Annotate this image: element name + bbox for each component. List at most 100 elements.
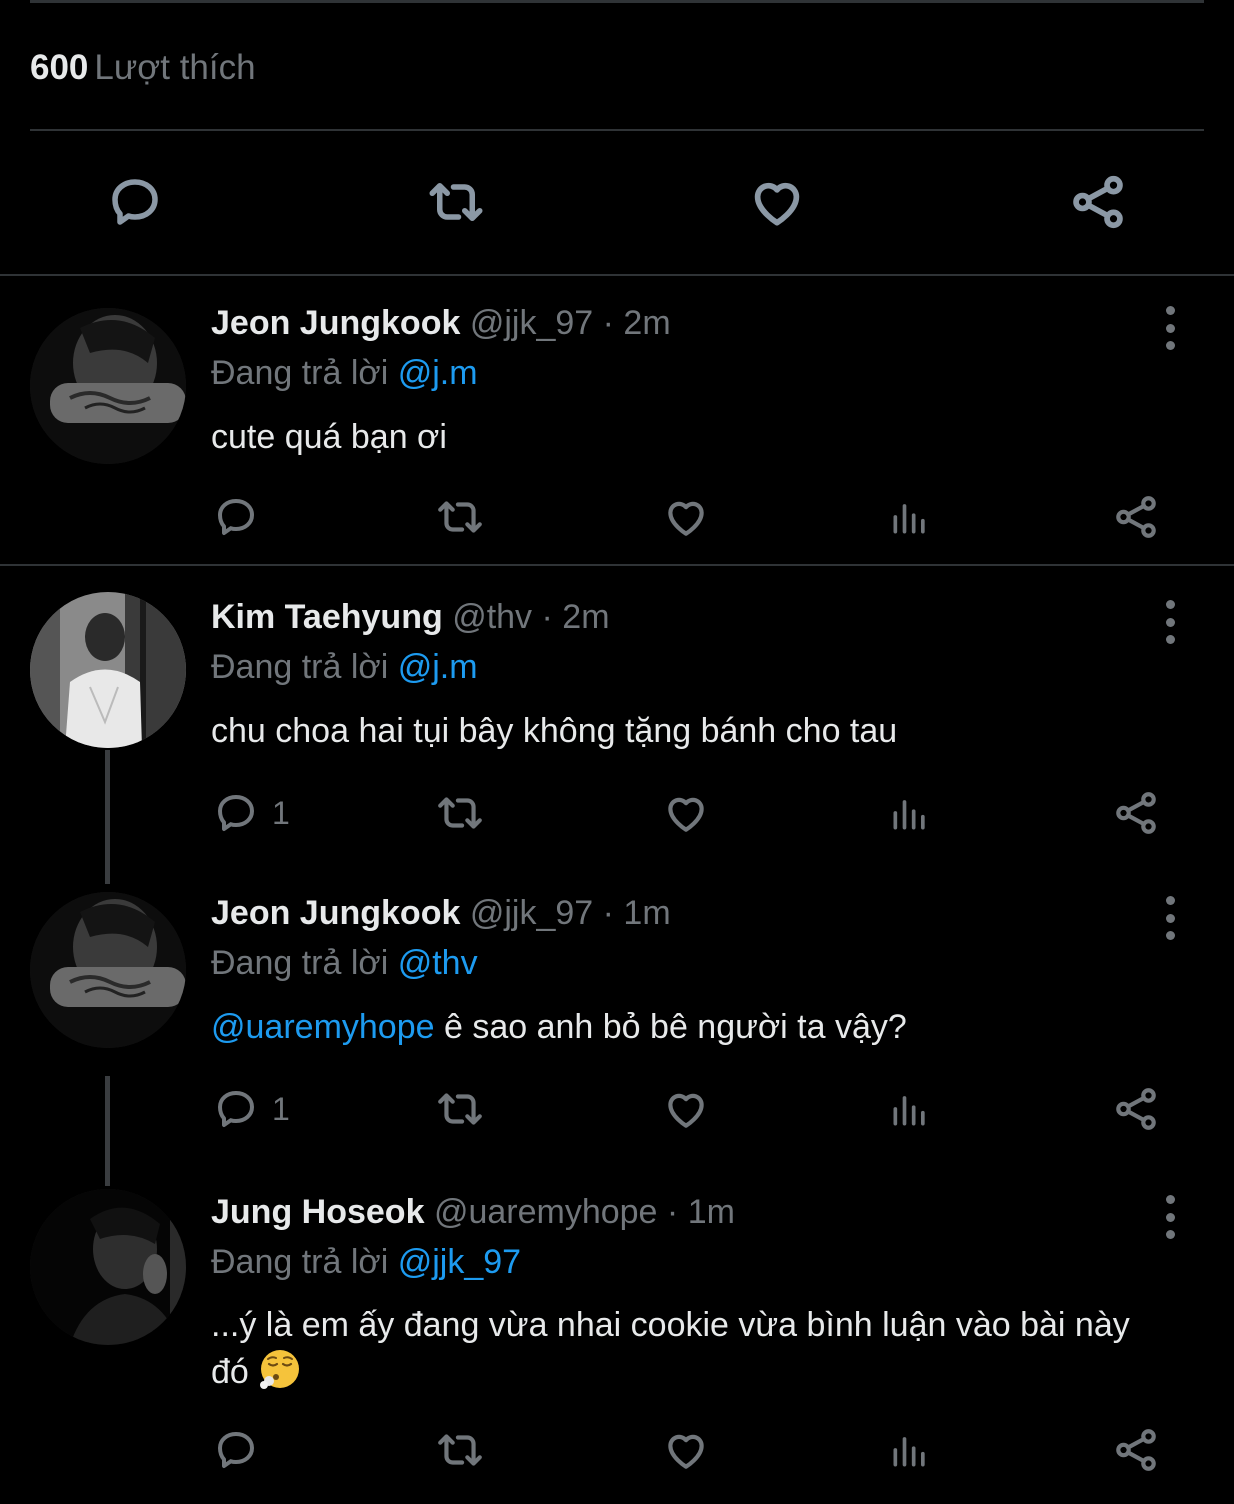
retweet-icon [429, 183, 483, 221]
reply-button[interactable] [103, 170, 167, 234]
reply-count: 1 [272, 794, 290, 831]
reply-tweet[interactable]: Kim Taehyung @thv · 2m Đang trả lời @j.m… [0, 574, 1234, 884]
reply-divider [0, 564, 1234, 566]
avatar-photo [30, 592, 186, 748]
separator-dot: · [602, 304, 614, 342]
replying-to-label: Đang trả lời [211, 354, 389, 392]
user-handle[interactable]: @uaremyhope [434, 1193, 658, 1231]
replying-to-mention[interactable]: @jjk_97 [398, 1243, 521, 1281]
replying-to-label: Đang trả lời [211, 944, 389, 982]
display-name[interactable]: Jeon Jungkook [211, 304, 460, 342]
analytics-button[interactable] [888, 492, 932, 542]
reply-header: Jung Hoseok @uaremyhope · 1m [211, 1193, 735, 1232]
retweet-button[interactable] [424, 170, 488, 234]
share-button[interactable] [1111, 1084, 1161, 1134]
reply-icon [218, 499, 254, 535]
retweet-button[interactable] [432, 1425, 488, 1475]
reply-action-bar: 1 [0, 788, 1234, 838]
heart-icon [754, 182, 800, 226]
face-exhaling-emoji [258, 1347, 302, 1391]
share-button[interactable] [1111, 788, 1161, 838]
like-button[interactable] [661, 1425, 711, 1475]
share-button[interactable] [1111, 492, 1161, 542]
reply-text-body: ê sao anh bỏ bê người ta vậy? [434, 1008, 907, 1046]
replying-to: Đang trả lời @j.m [211, 648, 478, 687]
analytics-icon [893, 1096, 925, 1126]
avatar[interactable] [30, 592, 186, 748]
timestamp[interactable]: 2m [623, 304, 670, 342]
like-button[interactable] [661, 788, 711, 838]
timestamp[interactable]: 1m [623, 894, 670, 932]
more-options-button[interactable] [1155, 600, 1185, 644]
reply-action-bar [0, 1425, 1234, 1475]
timestamp[interactable]: 1m [688, 1193, 735, 1231]
reply-tweet[interactable]: Jeon Jungkook @jjk_97 · 2m Đang trả lời … [0, 278, 1234, 563]
reply-button[interactable] [212, 492, 272, 542]
reply-header: Jeon Jungkook @jjk_97 · 2m [211, 304, 671, 343]
analytics-icon [893, 1437, 925, 1467]
text-mention[interactable]: @uaremyhope [211, 1008, 435, 1046]
display-name[interactable]: Jung Hoseok [211, 1193, 424, 1231]
more-options-button[interactable] [1155, 896, 1185, 940]
heart-icon [668, 797, 704, 832]
analytics-button[interactable] [888, 1425, 932, 1475]
tweet-action-bar [0, 170, 1234, 234]
replying-to-mention[interactable]: @j.m [398, 648, 478, 686]
reply-text-body: chu choa hai tụi bây không tặng bánh cho… [211, 712, 898, 750]
heart-icon [668, 501, 704, 536]
like-button[interactable] [661, 492, 711, 542]
more-options-button[interactable] [1155, 306, 1185, 350]
reply-tweet[interactable]: Jung Hoseok @uaremyhope · 1m Đang trả lờ… [0, 1167, 1234, 1504]
reply-count: 1 [272, 1090, 290, 1127]
share-icon [1116, 496, 1156, 538]
user-handle[interactable]: @jjk_97 [470, 304, 593, 342]
share-icon [1116, 792, 1156, 834]
user-handle[interactable]: @jjk_97 [470, 894, 593, 932]
avatar[interactable] [30, 1189, 186, 1345]
retweet-button[interactable] [432, 492, 488, 542]
top-divider [30, 0, 1204, 3]
likes-divider [30, 129, 1204, 131]
display-name[interactable]: Kim Taehyung [211, 598, 443, 636]
timestamp[interactable]: 2m [562, 598, 609, 636]
avatar[interactable] [30, 892, 186, 1048]
reply-icon [218, 1091, 254, 1127]
reply-icon [218, 1432, 254, 1468]
reply-button[interactable]: 1 [212, 788, 290, 838]
likes-summary[interactable]: 600 Lượt thích [30, 48, 256, 88]
analytics-button[interactable] [888, 1084, 932, 1134]
replying-to-label: Đang trả lời [211, 1243, 389, 1281]
reply-text: ...ý là em ấy đang vừa nhai cookie vừa b… [211, 1303, 1171, 1394]
analytics-button[interactable] [888, 788, 932, 838]
more-options-button[interactable] [1155, 1195, 1185, 1239]
analytics-icon [893, 504, 925, 534]
replying-to-mention[interactable]: @thv [398, 944, 478, 982]
like-button[interactable] [661, 1084, 711, 1134]
reply-tweet[interactable]: Jeon Jungkook @jjk_97 · 1m Đang trả lời … [0, 870, 1234, 1186]
share-button[interactable] [1111, 1425, 1161, 1475]
replying-to-mention[interactable]: @j.m [398, 354, 478, 392]
reply-text-body: ...ý là em ấy đang vừa nhai cookie vừa b… [211, 1306, 1130, 1391]
reply-button[interactable] [212, 1425, 272, 1475]
avatar-photo [30, 308, 186, 464]
user-handle[interactable]: @thv [452, 598, 532, 636]
separator-dot: · [602, 894, 614, 932]
retweet-icon [438, 1434, 482, 1466]
reply-button[interactable]: 1 [212, 1084, 290, 1134]
actions-divider [0, 274, 1234, 276]
reply-text: @uaremyhope ê sao anh bỏ bê người ta vậy… [211, 1006, 1171, 1049]
reply-header: Kim Taehyung @thv · 2m [211, 598, 610, 637]
likes-label: Lượt thích [94, 48, 256, 87]
heart-icon [668, 1434, 704, 1469]
reply-action-bar [0, 492, 1234, 542]
display-name[interactable]: Jeon Jungkook [211, 894, 460, 932]
replying-to: Đang trả lời @j.m [211, 354, 478, 393]
share-button[interactable] [1066, 170, 1130, 234]
retweet-icon [438, 1093, 482, 1125]
retweet-button[interactable] [432, 1084, 488, 1134]
share-icon [1116, 1429, 1156, 1471]
avatar[interactable] [30, 308, 186, 464]
like-button[interactable] [745, 170, 809, 234]
retweet-button[interactable] [432, 788, 488, 838]
analytics-icon [893, 800, 925, 830]
